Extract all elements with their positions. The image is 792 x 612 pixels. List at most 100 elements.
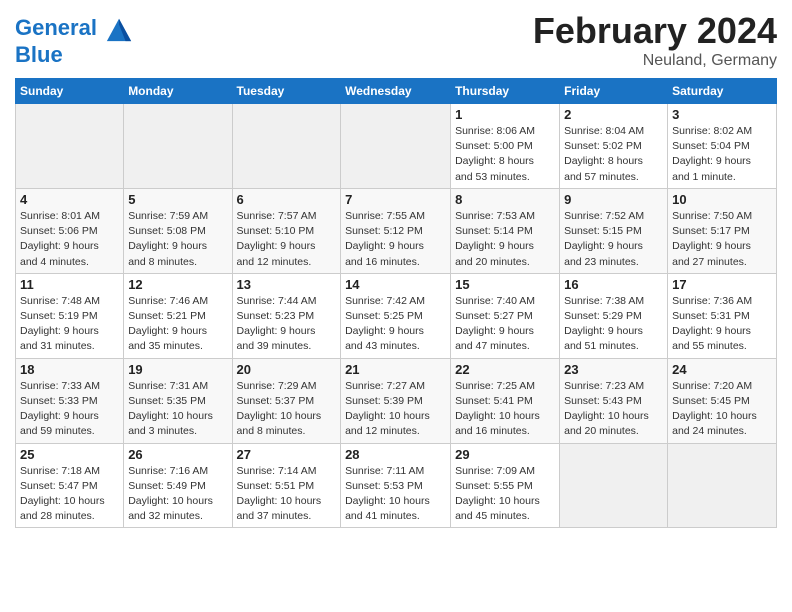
calendar-cell: 13Sunrise: 7:44 AM Sunset: 5:23 PM Dayli… xyxy=(232,273,341,358)
day-info: Sunrise: 7:40 AM Sunset: 5:27 PM Dayligh… xyxy=(455,294,555,355)
day-number: 1 xyxy=(455,107,555,122)
day-info: Sunrise: 7:53 AM Sunset: 5:14 PM Dayligh… xyxy=(455,209,555,270)
weekday-header-saturday: Saturday xyxy=(668,79,777,104)
day-info: Sunrise: 8:06 AM Sunset: 5:00 PM Dayligh… xyxy=(455,124,555,185)
weekday-header-friday: Friday xyxy=(560,79,668,104)
day-info: Sunrise: 7:11 AM Sunset: 5:53 PM Dayligh… xyxy=(345,464,446,525)
day-number: 3 xyxy=(672,107,772,122)
day-number: 15 xyxy=(455,277,555,292)
calendar-cell: 29Sunrise: 7:09 AM Sunset: 5:55 PM Dayli… xyxy=(451,443,560,528)
calendar-cell xyxy=(341,104,451,189)
calendar-cell: 19 Sunrise: 7:31 AM Sunset: 5:35 PM Dayli… xyxy=(124,358,232,443)
calendar-cell: 9 Sunrise: 7:52 AM Sunset: 5:15 PM Daylig… xyxy=(560,188,668,273)
calendar-table: SundayMondayTuesdayWednesdayThursdayFrid… xyxy=(15,78,777,528)
day-number: 9 xyxy=(564,192,663,207)
day-info: Sunrise: 7:59 AM Sunset: 5:08 PM Dayligh… xyxy=(128,209,227,270)
day-number: 13 xyxy=(237,277,337,292)
calendar-cell: 18 Sunrise: 7:33 AM Sunset: 5:33 PM Dayli… xyxy=(16,358,124,443)
calendar-cell: 27Sunrise: 7:14 AM Sunset: 5:51 PM Dayli… xyxy=(232,443,341,528)
calendar-cell: 7 Sunrise: 7:55 AM Sunset: 5:12 PM Daylig… xyxy=(341,188,451,273)
day-info: Sunrise: 8:04 AM Sunset: 5:02 PM Dayligh… xyxy=(564,124,663,185)
calendar-cell: 15 Sunrise: 7:40 AM Sunset: 5:27 PM Dayli… xyxy=(451,273,560,358)
calendar-week-5: 25Sunrise: 7:18 AM Sunset: 5:47 PM Dayli… xyxy=(16,443,777,528)
day-number: 28 xyxy=(345,447,446,462)
day-info: Sunrise: 7:38 AM Sunset: 5:29 PM Dayligh… xyxy=(564,294,663,355)
logo-icon xyxy=(105,15,133,43)
calendar-cell: 16 Sunrise: 7:38 AM Sunset: 5:29 PM Dayli… xyxy=(560,273,668,358)
day-info: Sunrise: 7:33 AM Sunset: 5:33 PM Dayligh… xyxy=(20,379,119,440)
day-number: 11 xyxy=(20,277,119,292)
day-number: 24 xyxy=(672,362,772,377)
day-info: Sunrise: 7:29 AM Sunset: 5:37 PM Dayligh… xyxy=(237,379,337,440)
calendar-cell: 12 Sunrise: 7:46 AM Sunset: 5:21 PM Dayli… xyxy=(124,273,232,358)
day-info: Sunrise: 7:18 AM Sunset: 5:47 PM Dayligh… xyxy=(20,464,119,525)
day-info: Sunrise: 7:42 AM Sunset: 5:25 PM Dayligh… xyxy=(345,294,446,355)
subtitle: Neuland, Germany xyxy=(533,52,777,70)
calendar-cell: 5 Sunrise: 7:59 AM Sunset: 5:08 PM Daylig… xyxy=(124,188,232,273)
day-info: Sunrise: 8:01 AM Sunset: 5:06 PM Dayligh… xyxy=(20,209,119,270)
day-info: Sunrise: 7:20 AM Sunset: 5:45 PM Dayligh… xyxy=(672,379,772,440)
calendar-cell: 1 Sunrise: 8:06 AM Sunset: 5:00 PM Daylig… xyxy=(451,104,560,189)
day-info: Sunrise: 8:02 AM Sunset: 5:04 PM Dayligh… xyxy=(672,124,772,185)
day-info: Sunrise: 7:36 AM Sunset: 5:31 PM Dayligh… xyxy=(672,294,772,355)
calendar-cell xyxy=(16,104,124,189)
calendar-cell: 14 Sunrise: 7:42 AM Sunset: 5:25 PM Dayli… xyxy=(341,273,451,358)
day-number: 19 xyxy=(128,362,227,377)
calendar-cell: 6 Sunrise: 7:57 AM Sunset: 5:10 PM Daylig… xyxy=(232,188,341,273)
day-info: Sunrise: 7:25 AM Sunset: 5:41 PM Dayligh… xyxy=(455,379,555,440)
day-number: 17 xyxy=(672,277,772,292)
day-info: Sunrise: 7:55 AM Sunset: 5:12 PM Dayligh… xyxy=(345,209,446,270)
weekday-header-monday: Monday xyxy=(124,79,232,104)
day-info: Sunrise: 7:46 AM Sunset: 5:21 PM Dayligh… xyxy=(128,294,227,355)
day-info: Sunrise: 7:31 AM Sunset: 5:35 PM Dayligh… xyxy=(128,379,227,440)
logo-text: General xyxy=(15,15,133,43)
calendar-cell: 4 Sunrise: 8:01 AM Sunset: 5:06 PM Daylig… xyxy=(16,188,124,273)
day-number: 14 xyxy=(345,277,446,292)
calendar-cell: 28 Sunrise: 7:11 AM Sunset: 5:53 PM Dayli… xyxy=(341,443,451,528)
day-number: 5 xyxy=(128,192,227,207)
day-number: 7 xyxy=(345,192,446,207)
day-number: 8 xyxy=(455,192,555,207)
day-info: Sunrise: 7:50 AM Sunset: 5:17 PM Dayligh… xyxy=(672,209,772,270)
day-number: 22 xyxy=(455,362,555,377)
weekday-header-sunday: Sunday xyxy=(16,79,124,104)
day-number: 12 xyxy=(128,277,227,292)
calendar-week-3: 11 Sunrise: 7:48 AM Sunset: 5:19 PM Dayli… xyxy=(16,273,777,358)
calendar-cell: 11 Sunrise: 7:48 AM Sunset: 5:19 PM Dayli… xyxy=(16,273,124,358)
calendar-cell: 17 Sunrise: 7:36 AM Sunset: 5:31 PM Dayli… xyxy=(668,273,777,358)
day-info: Sunrise: 7:57 AM Sunset: 5:10 PM Dayligh… xyxy=(237,209,337,270)
day-info: Sunrise: 7:27 AM Sunset: 5:39 PM Dayligh… xyxy=(345,379,446,440)
day-number: 6 xyxy=(237,192,337,207)
day-number: 23 xyxy=(564,362,663,377)
calendar-cell: 24 Sunrise: 7:20 AM Sunset: 5:45 PM Dayli… xyxy=(668,358,777,443)
day-info: Sunrise: 7:16 AM Sunset: 5:49 PM Dayligh… xyxy=(128,464,227,525)
weekday-header-wednesday: Wednesday xyxy=(341,79,451,104)
page-header: General Blue February 2024 Neuland, Germ… xyxy=(15,10,777,70)
day-number: 16 xyxy=(564,277,663,292)
weekday-header-row: SundayMondayTuesdayWednesdayThursdayFrid… xyxy=(16,79,777,104)
day-info: Sunrise: 7:14 AM Sunset: 5:51 PM Dayligh… xyxy=(237,464,337,525)
logo: General Blue xyxy=(15,15,133,67)
calendar-week-4: 18 Sunrise: 7:33 AM Sunset: 5:33 PM Dayli… xyxy=(16,358,777,443)
day-number: 26 xyxy=(128,447,227,462)
day-number: 18 xyxy=(20,362,119,377)
calendar-cell: 21 Sunrise: 7:27 AM Sunset: 5:39 PM Dayli… xyxy=(341,358,451,443)
calendar-cell: 22 Sunrise: 7:25 AM Sunset: 5:41 PM Dayli… xyxy=(451,358,560,443)
calendar-cell xyxy=(560,443,668,528)
day-info: Sunrise: 7:23 AM Sunset: 5:43 PM Dayligh… xyxy=(564,379,663,440)
day-number: 4 xyxy=(20,192,119,207)
day-info: Sunrise: 7:52 AM Sunset: 5:15 PM Dayligh… xyxy=(564,209,663,270)
calendar-cell xyxy=(668,443,777,528)
calendar-cell: 10 Sunrise: 7:50 AM Sunset: 5:17 PM Dayli… xyxy=(668,188,777,273)
calendar-cell: 3 Sunrise: 8:02 AM Sunset: 5:04 PM Daylig… xyxy=(668,104,777,189)
calendar-cell: 20Sunrise: 7:29 AM Sunset: 5:37 PM Dayli… xyxy=(232,358,341,443)
day-number: 21 xyxy=(345,362,446,377)
day-info: Sunrise: 7:48 AM Sunset: 5:19 PM Dayligh… xyxy=(20,294,119,355)
day-number: 10 xyxy=(672,192,772,207)
calendar-cell: 23 Sunrise: 7:23 AM Sunset: 5:43 PM Dayli… xyxy=(560,358,668,443)
calendar-cell: 2Sunrise: 8:04 AM Sunset: 5:02 PM Daylig… xyxy=(560,104,668,189)
calendar-cell: 8 Sunrise: 7:53 AM Sunset: 5:14 PM Daylig… xyxy=(451,188,560,273)
calendar-cell: 25Sunrise: 7:18 AM Sunset: 5:47 PM Dayli… xyxy=(16,443,124,528)
calendar-cell xyxy=(124,104,232,189)
title-area: February 2024 Neuland, Germany xyxy=(533,10,777,70)
